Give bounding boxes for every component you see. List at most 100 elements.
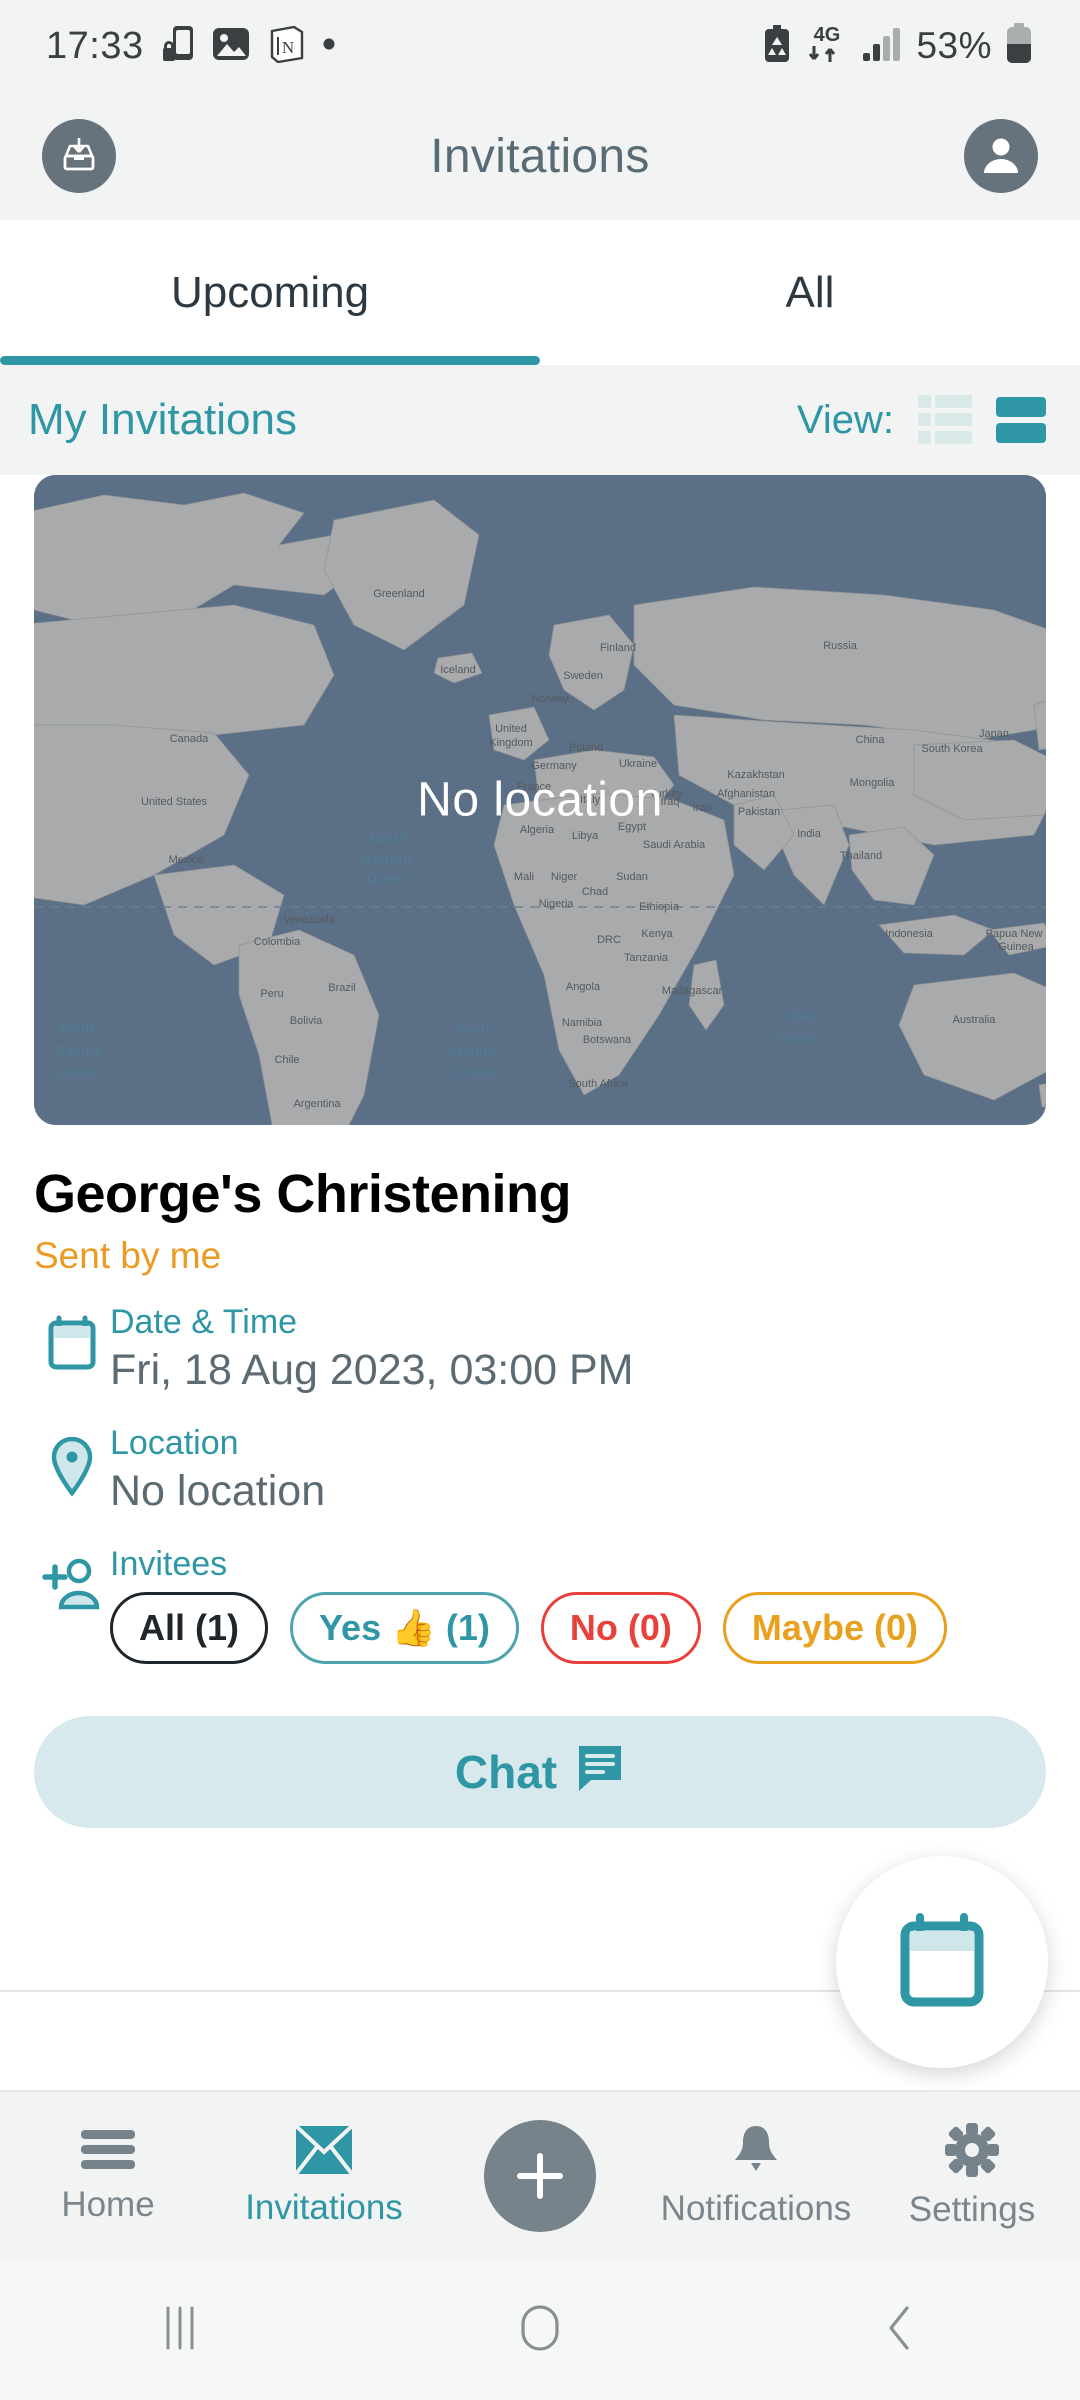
tab-active-underline <box>0 356 540 365</box>
svg-text:Libya: Libya <box>572 830 599 842</box>
svg-text:United: United <box>495 723 527 735</box>
location-value: No location <box>110 1466 326 1515</box>
svg-text:South Korea: South Korea <box>921 743 983 755</box>
invitee-pill-all[interactable]: All (1) <box>110 1591 269 1664</box>
datetime-value: Fri, 18 Aug 2023, 03:00 PM <box>110 1346 634 1395</box>
svg-text:Kingdom: Kingdom <box>489 737 532 749</box>
nav-item-home[interactable]: Home <box>0 2128 216 2225</box>
svg-text:Venezuela: Venezuela <box>283 914 335 926</box>
svg-text:Atlantic: Atlantic <box>363 851 415 866</box>
list-view-icon[interactable] <box>918 395 972 445</box>
event-title: George's Christening <box>34 1164 571 1224</box>
status-bar: 17:33 N 4G 53% <box>0 0 1080 92</box>
svg-text:Papua New: Papua New <box>986 928 1043 940</box>
chat-button-label: Chat <box>454 1745 558 1798</box>
svg-text:Indonesia: Indonesia <box>885 928 934 940</box>
nav-item-settings-label: Settings <box>908 2189 1036 2229</box>
svg-text:South: South <box>59 1021 99 1036</box>
svg-text:Russia: Russia <box>823 640 858 652</box>
battery-icon <box>1004 22 1034 70</box>
svg-text:Bolivia: Bolivia <box>290 1015 323 1027</box>
status-bar-left: 17:33 N <box>46 24 336 69</box>
nav-item-notifications[interactable]: Notifications <box>648 2124 864 2229</box>
account-avatar-button[interactable] <box>963 119 1038 193</box>
calendar-icon <box>34 1303 110 1371</box>
tab-bar: Upcoming All <box>0 220 1080 365</box>
svg-text:China: China <box>856 734 886 746</box>
svg-text:DRC: DRC <box>597 934 621 946</box>
svg-text:Ocean: Ocean <box>777 1030 821 1045</box>
nav-item-settings[interactable]: Settings <box>864 2122 1080 2230</box>
svg-text:Argentina: Argentina <box>293 1098 341 1110</box>
svg-text:South Africa: South Africa <box>568 1078 628 1090</box>
tab-upcoming-label: Upcoming <box>170 267 370 317</box>
svg-text:Botswana: Botswana <box>583 1034 632 1046</box>
svg-text:Mali: Mali <box>514 871 534 883</box>
tab-all[interactable]: All <box>540 220 1080 365</box>
location-label: Location <box>110 1423 239 1462</box>
nav-item-notifications-label: Notifications <box>660 2188 852 2228</box>
invitation-card[interactable]: Greenland Iceland Finland Sweden Norway … <box>0 475 1080 1125</box>
nav-item-add[interactable] <box>432 2120 648 2232</box>
chat-button[interactable]: Chat <box>34 1715 1046 1828</box>
svg-text:Atlantic: Atlantic <box>448 1043 500 1058</box>
phone-lock-icon <box>161 24 195 69</box>
svg-text:Ocean: Ocean <box>367 871 411 886</box>
svg-text:Namibia: Namibia <box>562 1017 603 1029</box>
chat-bubble-icon <box>575 1743 625 1800</box>
svg-text:Germany: Germany <box>531 760 577 772</box>
home-button[interactable] <box>360 2304 720 2357</box>
battery-saver-icon <box>762 24 792 69</box>
event-map[interactable]: Greenland Iceland Finland Sweden Norway … <box>34 475 1046 1125</box>
svg-text:Japan: Japan <box>979 728 1009 740</box>
invitee-pill-yes-count: (1) <box>445 1606 490 1648</box>
invitee-pill-yes[interactable]: Yes 👍 (1) <box>290 1591 519 1664</box>
svg-text:Angola: Angola <box>566 981 601 993</box>
tab-upcoming[interactable]: Upcoming <box>0 220 540 365</box>
svg-text:Tanzania: Tanzania <box>624 952 669 964</box>
nav-item-invitations-label: Invitations <box>245 2187 403 2227</box>
svg-text:Sweden: Sweden <box>563 670 603 682</box>
calendar-icon <box>896 1912 988 2013</box>
add-person-icon[interactable] <box>34 1545 110 1617</box>
back-button[interactable] <box>720 2304 1080 2357</box>
recents-icon <box>158 2305 202 2356</box>
app-root: 17:33 N 4G 53% Invitations Upcoming All … <box>0 0 1080 2400</box>
status-bar-right: 4G 53% <box>762 22 1034 71</box>
svg-text:Greenland: Greenland <box>373 588 424 600</box>
invitee-pill-yes-label: Yes <box>319 1606 382 1648</box>
svg-text:Peru: Peru <box>260 988 283 1000</box>
recents-button[interactable] <box>0 2305 360 2356</box>
nav-item-home-label: Home <box>61 2184 155 2224</box>
datetime-label: Date & Time <box>110 1303 298 1341</box>
svg-text:Guinea: Guinea <box>998 941 1034 953</box>
page-title: Invitations <box>430 129 650 183</box>
svg-text:Iceland: Iceland <box>440 664 475 676</box>
inbox-archive-icon <box>57 132 101 181</box>
back-icon <box>883 2304 917 2357</box>
card-view-icon[interactable] <box>996 395 1046 445</box>
svg-text:Poland: Poland <box>569 742 603 754</box>
svg-text:Nigeria: Nigeria <box>539 898 575 910</box>
bottom-nav-bar: Home Invitations Notifications Settings <box>0 2090 1080 2260</box>
plus-icon <box>484 2120 596 2232</box>
view-label: View: <box>796 397 894 442</box>
svg-text:N: N <box>281 38 293 57</box>
svg-text:Australia: Australia <box>953 1014 997 1026</box>
svg-text:Ukraine: Ukraine <box>619 758 657 770</box>
svg-text:Niger: Niger <box>551 871 578 883</box>
tab-all-label: All <box>785 267 835 317</box>
map-pin-icon <box>34 1424 110 1498</box>
svg-text:North: North <box>370 831 408 846</box>
gallery-image-icon <box>212 25 250 68</box>
gear-icon <box>945 2122 999 2182</box>
invitee-pill-maybe[interactable]: Maybe (0) <box>722 1591 947 1664</box>
svg-text:4G: 4G <box>814 24 841 46</box>
svg-text:Mexico: Mexico <box>169 854 204 866</box>
nav-item-invitations[interactable]: Invitations <box>216 2124 432 2228</box>
calendar-fab-button[interactable] <box>836 1856 1048 2068</box>
invitee-pill-no[interactable]: No (0) <box>540 1591 701 1664</box>
view-toggle-group: View: <box>797 395 1046 445</box>
inbox-archive-button[interactable] <box>42 119 116 193</box>
event-datetime-row: Date & Time Fri, 18 Aug 2023, 03:00 PM <box>0 1303 1080 1398</box>
